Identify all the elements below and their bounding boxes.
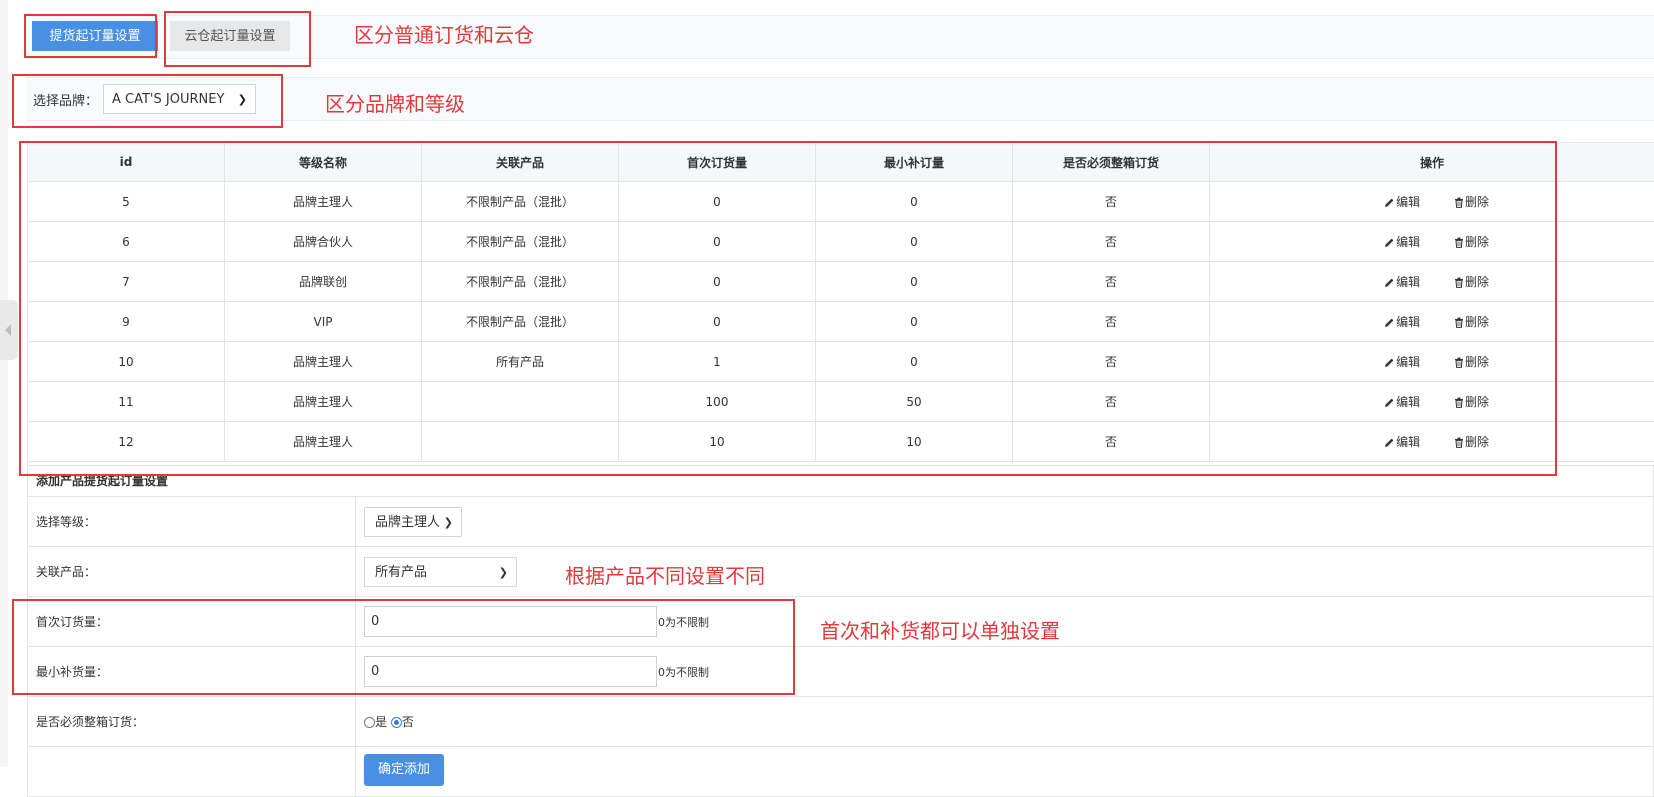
level-select[interactable]: 品牌主理人 ❯ xyxy=(364,507,462,537)
full-box-no-radio[interactable] xyxy=(391,717,402,728)
sidebar-edge xyxy=(0,0,8,767)
full-box-cell: 是 否 xyxy=(356,697,1654,747)
level-cell: 品牌主理人 ❯ xyxy=(356,497,1654,547)
annotation-qty-note: 首次和补货都可以单独设置 xyxy=(820,615,1060,644)
product-select-value: 所有产品 xyxy=(375,565,427,580)
full-box-label: 是否必须整箱订货： xyxy=(28,697,356,747)
annotation-box-tab-secondary xyxy=(164,11,311,67)
form-row-submit: 确定添加 xyxy=(28,747,1654,797)
full-box-no-label: 否 xyxy=(402,715,414,729)
annotation-tabs-note: 区分普通订货和云仓 xyxy=(354,19,534,48)
annotation-box-table xyxy=(19,141,1557,476)
product-cell: 所有产品 ❯ xyxy=(356,547,1654,597)
submit-cell: 确定添加 xyxy=(356,747,1654,797)
submit-label-cell xyxy=(28,747,356,797)
annotation-box-quantities xyxy=(12,599,795,695)
level-select-value: 品牌主理人 xyxy=(375,515,440,530)
form-row-product: 关联产品： 所有产品 ❯ xyxy=(28,547,1654,597)
product-select[interactable]: 所有产品 ❯ xyxy=(364,557,517,587)
level-label: 选择等级： xyxy=(28,497,356,547)
form-row-full-box: 是否必须整箱订货： 是 否 xyxy=(28,697,1654,747)
chevron-down-icon: ❯ xyxy=(444,508,453,538)
annotation-box-tab-primary xyxy=(24,14,157,58)
sidebar-collapse-handle[interactable] xyxy=(0,300,18,360)
full-box-yes-label: 是 xyxy=(375,715,387,729)
annotation-brand-note: 区分品牌和等级 xyxy=(325,88,465,117)
chevron-down-icon: ❯ xyxy=(499,558,508,588)
annotation-box-brand xyxy=(12,74,283,128)
full-box-yes-radio[interactable] xyxy=(364,717,375,728)
form-row-level: 选择等级： 品牌主理人 ❯ xyxy=(28,497,1654,547)
annotation-product-note: 根据产品不同设置不同 xyxy=(565,560,765,589)
product-label: 关联产品： xyxy=(28,547,356,597)
confirm-add-button[interactable]: 确定添加 xyxy=(364,754,444,786)
